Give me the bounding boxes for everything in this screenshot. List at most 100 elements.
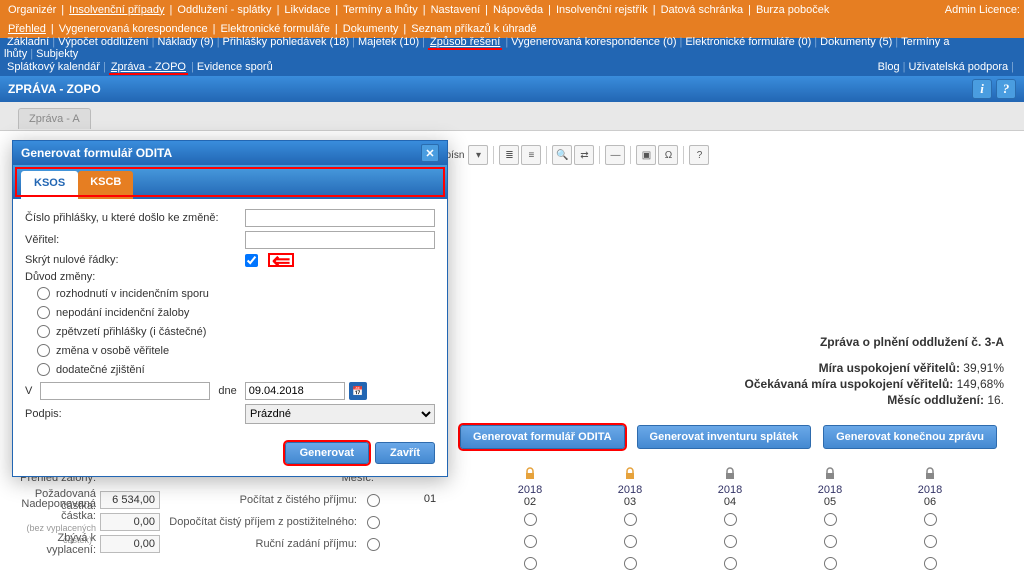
sched-radio[interactable]: [824, 557, 837, 570]
nav-link[interactable]: Subjekty: [36, 48, 78, 60]
nav-link[interactable]: Výpočet oddlužení: [58, 36, 149, 48]
generate-inventura-button[interactable]: Generovat inventuru splátek: [637, 425, 812, 449]
nav-link[interactable]: Oddlužení - splátky: [177, 4, 271, 16]
nav-link[interactable]: Nápověda: [493, 4, 543, 16]
nav-link[interactable]: Náklady (9): [157, 36, 213, 48]
sched-left-radio[interactable]: [367, 538, 380, 551]
report-title: Zpráva o plnění oddlužení č. 3-A: [745, 335, 1004, 349]
reason-label: dodatečné zjištění: [56, 364, 145, 376]
hr-icon[interactable]: —: [605, 145, 625, 165]
nav-link[interactable]: Vygenerovaná korespondence (0): [511, 36, 676, 48]
modal-generate-button[interactable]: Generovat: [285, 442, 369, 464]
nav-link[interactable]: Nastavení: [431, 4, 481, 16]
modal-tabs: KSOS KSCB: [13, 165, 447, 199]
symbol-icon[interactable]: Ω: [658, 145, 678, 165]
nav-link[interactable]: Způsob řešení: [428, 36, 502, 50]
nav-link[interactable]: Splátkový kalendář: [7, 61, 100, 73]
help-icon[interactable]: ?: [996, 79, 1016, 99]
nav-link[interactable]: Insolvenční rejstřík: [556, 4, 648, 16]
info-icon[interactable]: i: [972, 79, 992, 99]
nav-link[interactable]: Evidence sporů: [197, 61, 273, 73]
tab-zprava-a[interactable]: Zpráva - A: [18, 108, 91, 129]
list-bullet-icon[interactable]: ≣: [499, 145, 519, 165]
input-veritel[interactable]: [245, 231, 435, 249]
reason-radio[interactable]: [37, 287, 50, 300]
nav-link[interactable]: Insolvenční případy: [69, 4, 164, 16]
sched-radio[interactable]: [724, 557, 737, 570]
nav-link[interactable]: Přehled: [8, 23, 46, 35]
sched-radio[interactable]: [624, 513, 637, 526]
sched-radio[interactable]: [624, 535, 637, 548]
nav-link[interactable]: Základní: [7, 36, 49, 48]
tab-ksos[interactable]: KSOS: [21, 171, 78, 199]
nav-link[interactable]: Zpráva - ZOPO: [109, 61, 188, 75]
input-cislo-prihlasky[interactable]: [245, 209, 435, 227]
report-info: Zpráva o plnění oddlužení č. 3-A Míra us…: [745, 335, 1004, 409]
schedule-value: 0,00: [100, 513, 160, 531]
nav-link[interactable]: Elektronické formuláře (0): [685, 36, 811, 48]
nav-link[interactable]: Dokumenty (5): [820, 36, 892, 48]
sched-radio[interactable]: [624, 557, 637, 570]
input-date[interactable]: [245, 382, 345, 400]
nav-link[interactable]: Vygenerovaná korespondence: [59, 23, 208, 35]
nav-link[interactable]: Datová schránka: [661, 4, 744, 16]
dropdown-icon[interactable]: ▾: [468, 145, 488, 165]
sched-radio[interactable]: [924, 535, 937, 548]
sched-radio[interactable]: [724, 535, 737, 548]
lock-icon: [723, 467, 737, 481]
nav-link[interactable]: Organizér: [8, 4, 56, 16]
find-icon[interactable]: 🔍: [552, 145, 572, 165]
schedule-column: 201802: [480, 467, 580, 574]
nav-link[interactable]: Elektronické formuláře: [220, 23, 329, 35]
page-title: ZPRÁVA - ZOPO: [8, 82, 101, 96]
modal-close-button[interactable]: Zavřít: [375, 442, 435, 464]
modal-titlebar: Generovat formulář ODITA ✕: [13, 141, 447, 165]
schedule-value: 0,00: [100, 535, 160, 553]
nav-link[interactable]: Dokumenty: [343, 23, 399, 35]
label-dne: dne: [218, 385, 236, 397]
sched-radio[interactable]: [924, 557, 937, 570]
nav-link[interactable]: Seznam příkazů k úhradě: [411, 23, 536, 35]
generate-odita-button[interactable]: Generovat formulář ODITA: [460, 425, 625, 449]
checkbox-skryt-nulove[interactable]: [245, 254, 258, 267]
sched-radio[interactable]: [524, 513, 537, 526]
schedule-value: 6 534,00: [100, 491, 160, 509]
reason-radio[interactable]: [37, 344, 50, 357]
schedule-left-row: Zbývá k vyplacení:0,00Ruční zadání příjm…: [10, 533, 380, 555]
help-toolbar-icon[interactable]: ?: [689, 145, 709, 165]
reason-radio[interactable]: [37, 325, 50, 338]
sched-radio[interactable]: [824, 535, 837, 548]
sched-radio[interactable]: [524, 557, 537, 570]
nav-link[interactable]: Majetek (10): [358, 36, 419, 48]
generate-konecna-button[interactable]: Generovat konečnou zprávu: [823, 425, 997, 449]
nav-link[interactable]: Likvidace: [284, 4, 330, 16]
sched-radio[interactable]: [724, 513, 737, 526]
label-skryt-nulove: Skrýt nulové řádky:: [25, 254, 245, 266]
calendar-icon[interactable]: 📅: [349, 382, 367, 400]
nav-link[interactable]: Uživatelská podpora: [908, 61, 1008, 73]
tab-kscb[interactable]: KSCB: [78, 171, 133, 199]
image-icon[interactable]: ▣: [636, 145, 656, 165]
replace-icon[interactable]: ⇄: [574, 145, 594, 165]
sched-left-radio[interactable]: [367, 494, 380, 507]
nav-link[interactable]: Přihlášky pohledávek (18): [223, 36, 350, 48]
sched-radio[interactable]: [824, 513, 837, 526]
nav-link[interactable]: Termíny a lhůty: [343, 4, 418, 16]
modal-title-text: Generovat formulář ODITA: [21, 146, 172, 160]
sched-left-radio[interactable]: [367, 516, 380, 529]
reason-radio[interactable]: [37, 363, 50, 376]
select-podpis[interactable]: Prázdné: [245, 404, 435, 424]
nav-link[interactable]: Burza poboček: [756, 4, 829, 16]
arrow-annotation: [268, 253, 294, 267]
reason-label: změna v osobě věřitele: [56, 345, 169, 357]
label-veritel: Věřitel:: [25, 234, 245, 246]
reason-label: rozhodnutí v incidenčním sporu: [56, 288, 209, 300]
label-v: V: [25, 385, 32, 397]
sched-radio[interactable]: [524, 535, 537, 548]
sched-radio[interactable]: [924, 513, 937, 526]
nav-link[interactable]: Blog: [878, 61, 900, 73]
close-icon[interactable]: ✕: [421, 144, 439, 162]
reason-radio[interactable]: [37, 306, 50, 319]
list-number-icon[interactable]: ≡: [521, 145, 541, 165]
input-misto[interactable]: [40, 382, 210, 400]
